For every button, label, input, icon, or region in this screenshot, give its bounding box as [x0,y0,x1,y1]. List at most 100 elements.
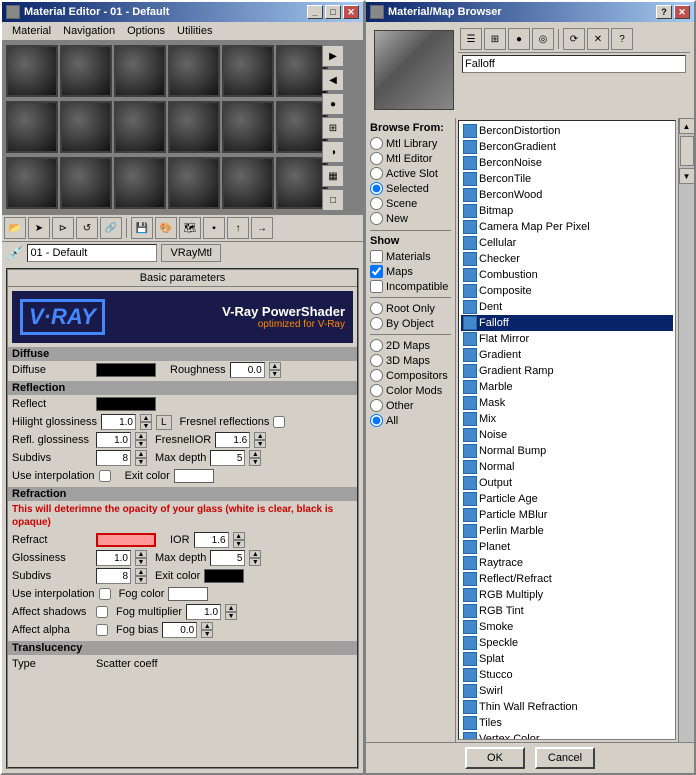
fog-mult-up[interactable]: ▲ [225,604,237,612]
map-list-item[interactable]: Mix [461,411,673,427]
map-list-item[interactable]: Output [461,475,673,491]
map-list-item[interactable]: Raytrace [461,555,673,571]
get-mat-btn[interactable]: 📂 [4,217,26,239]
slot-17[interactable] [276,157,328,209]
fog-mult-spinner[interactable]: ▲ ▼ [225,604,237,620]
radio-compositors-input[interactable] [370,369,383,382]
map-list-item[interactable]: Reflect/Refract [461,571,673,587]
refr-exit-color-swatch[interactable] [204,569,244,583]
backlight-btn[interactable]: ◑ [322,141,344,163]
subdivs-down[interactable]: ▼ [135,458,147,466]
show-shaded-btn[interactable]: ▪ [203,217,225,239]
nav-fwd-btn[interactable]: → [251,217,273,239]
check-maps-cb[interactable] [370,265,383,278]
slot-3[interactable] [168,45,220,97]
radio-new-input[interactable] [370,212,383,225]
reflect-color-swatch[interactable] [96,397,156,411]
browser-tool3[interactable]: ⟳ [563,28,585,50]
map-list-item[interactable]: Speckle [461,635,673,651]
menu-material[interactable]: Material [6,24,57,38]
assign-btn[interactable]: ⊳ [52,217,74,239]
browser-tool1[interactable]: ● [508,28,530,50]
radio-by-object-input[interactable] [370,317,383,330]
refr-subdivs-input[interactable] [96,568,131,584]
hilight-up[interactable]: ▲ [140,414,152,422]
max-depth-up[interactable]: ▲ [249,450,261,458]
put-material-button[interactable]: ◀ [322,69,344,91]
use-interp-checkbox[interactable] [99,470,111,482]
fresnel-ior-spinner[interactable]: ▲ ▼ [254,432,266,448]
map-list-item[interactable]: Mask [461,395,673,411]
slot-11[interactable] [276,101,328,153]
map-list-item[interactable]: RGB Multiply [461,587,673,603]
affect-alpha-cb[interactable] [96,624,108,636]
radio-2d-maps-input[interactable] [370,339,383,352]
fog-mult-down[interactable]: ▼ [225,612,237,620]
hilight-down[interactable]: ▼ [140,422,152,430]
max-depth-spinner[interactable]: ▲ ▼ [249,450,261,466]
map-list-item[interactable]: Splat [461,651,673,667]
fog-bias-up[interactable]: ▲ [201,622,213,630]
slot-1[interactable] [60,45,112,97]
fog-mult-input[interactable] [186,604,221,620]
radio-color-mods-input[interactable] [370,384,383,397]
radio-all-input[interactable] [370,414,383,427]
subdivs-up[interactable]: ▲ [135,450,147,458]
map-list-item[interactable]: Normal [461,459,673,475]
browser-tool5[interactable]: ? [611,28,633,50]
slot-8[interactable] [114,101,166,153]
browser-scrollbar[interactable]: ▲ ▼ [678,118,694,742]
map-list-item[interactable]: Normal Bump [461,443,673,459]
map-list-item[interactable]: Planet [461,539,673,555]
refract-color-swatch[interactable] [96,533,156,547]
menu-navigation[interactable]: Navigation [57,24,121,38]
map-list-item[interactable]: BerconGradient [461,139,673,155]
material-type-label[interactable]: VRayMtl [161,244,221,262]
radio-3d-maps-input[interactable] [370,354,383,367]
slot-10[interactable] [222,101,274,153]
refr-subdivs-spinner[interactable]: ▲ ▼ [135,568,147,584]
map-list-item[interactable]: Vertex Color [461,731,673,740]
radio-mtl-library-input[interactable] [370,137,383,150]
ok-button[interactable]: OK [465,747,525,769]
refr-use-interp-cb[interactable] [99,588,111,600]
gloss-up[interactable]: ▲ [135,550,147,558]
L-button[interactable]: L [156,415,172,430]
slot-4[interactable] [222,45,274,97]
make-unique-btn[interactable]: 🔗 [100,217,122,239]
map-list-item[interactable]: RGB Tint [461,603,673,619]
ior-down[interactable]: ▼ [233,540,245,548]
slot-15[interactable] [168,157,220,209]
map-list-item[interactable]: Combustion [461,267,673,283]
fog-bias-spinner[interactable]: ▲ ▼ [201,622,213,638]
slot-5[interactable] [276,45,328,97]
map-list-item[interactable]: Gradient Ramp [461,363,673,379]
map-list[interactable]: BerconDistortionBerconGradientBerconNois… [458,120,676,740]
search-input[interactable] [462,55,686,73]
map-list-item[interactable]: Checker [461,251,673,267]
put-to-lib-btn[interactable]: 💾 [131,217,153,239]
refr-subdivs-up[interactable]: ▲ [135,568,147,576]
radio-active-slot-input[interactable] [370,167,383,180]
max-depth-input[interactable] [210,450,245,466]
map-list-item[interactable]: Falloff [461,315,673,331]
refr-subdivs-down[interactable]: ▼ [135,576,147,584]
exit-color-swatch[interactable] [174,469,214,483]
get-material-button[interactable]: ▶ [322,45,344,67]
fresnel-ior-down[interactable]: ▼ [254,440,266,448]
cancel-button[interactable]: Cancel [535,747,595,769]
slot-14[interactable] [114,157,166,209]
subdivs-input[interactable] [96,450,131,466]
gloss-down[interactable]: ▼ [135,558,147,566]
roughness-up[interactable]: ▲ [269,362,281,370]
map-list-item[interactable]: Swirl [461,683,673,699]
map-list-item[interactable]: Smoke [461,619,673,635]
slot-6[interactable] [6,101,58,153]
map-list-item[interactable]: Tiles [461,715,673,731]
hilight-spinner[interactable]: ▲ ▼ [140,414,152,430]
go-to-parent-btn[interactable]: ↑ [227,217,249,239]
refr-max-depth-input[interactable] [210,550,245,566]
check-materials-cb[interactable] [370,250,383,263]
map-list-item[interactable]: Composite [461,283,673,299]
map-list-item[interactable]: Marble [461,379,673,395]
